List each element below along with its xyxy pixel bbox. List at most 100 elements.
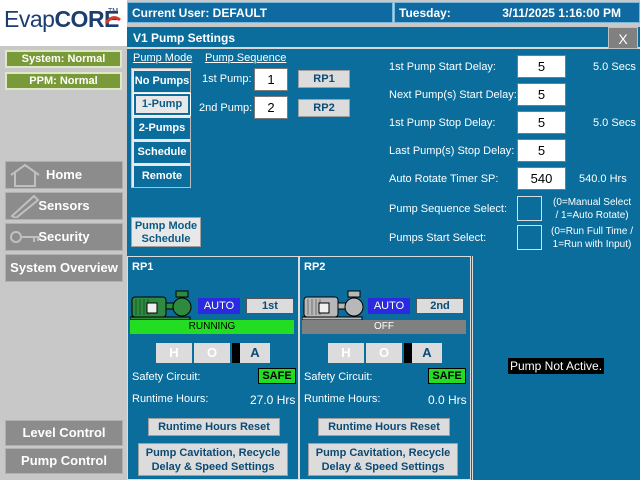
- pump-mode-schedule-button[interactable]: Pump Mode Schedule: [131, 217, 201, 247]
- first-start-actual-value: 5.0: [593, 61, 609, 73]
- pump-rp1-safety-tag: SAFE: [258, 368, 296, 384]
- logo-swoosh-icon: [104, 16, 121, 24]
- nav-level-control-button[interactable]: Level Control: [5, 420, 123, 446]
- pump-rp2-auto-button[interactable]: A: [404, 343, 442, 363]
- auto-rotate-label: Auto Rotate Timer SP:: [389, 173, 499, 185]
- ppm-status-badge: PPM: Normal: [5, 72, 122, 90]
- key-icon: [10, 231, 40, 243]
- date-time-bar: Tuesday: 3/11/2025 1:16:00 PM: [394, 2, 640, 23]
- nav-home-button[interactable]: Home: [5, 161, 123, 189]
- next-start-delay-label: Next Pump(s) Start Delay:: [389, 89, 517, 101]
- pump-rp1-runtime-reset-button[interactable]: Runtime Hours Reset: [148, 418, 280, 436]
- pump-rp1-runtime-value: 27.0 Hrs: [250, 393, 296, 407]
- pump-rp2-cavitation-settings-button[interactable]: Pump Cavitation, Recycle Delay & Speed Se…: [308, 443, 458, 476]
- pump-settings-window: V1 Pump Settings X Pump Mode No Pumps 1-…: [127, 27, 640, 480]
- pump-rp2-runtime-label: Runtime Hours:: [304, 393, 381, 405]
- start-select-note: (0=Run Full Time / 1=Run with Input): [551, 225, 633, 251]
- current-user-bar: Current User: DEFAULT: [127, 2, 393, 23]
- first-pump-rp-button[interactable]: RP1: [298, 70, 350, 88]
- pump-rp2-mode-tag: AUTO: [368, 298, 410, 314]
- next-start-delay-input[interactable]: 5: [517, 83, 566, 106]
- auto-rotate-input[interactable]: 540: [517, 167, 566, 190]
- brand-name: EvapCORE: [4, 6, 119, 32]
- pump-rp1-status-bar: RUNNING: [130, 320, 294, 334]
- start-select-input[interactable]: [517, 225, 542, 250]
- first-stop-delay-label: 1st Pump Stop Delay:: [389, 117, 496, 129]
- nav-system-overview-label: System Overview: [10, 260, 118, 275]
- nav-sensors-label: Sensors: [38, 198, 90, 213]
- pump-rp1-title: RP1: [132, 261, 154, 273]
- pump-rp1-cavitation-settings-button[interactable]: Pump Cavitation, Recycle Delay & Speed Se…: [138, 443, 288, 476]
- pump-rp2-cav-line2: Delay & Speed Settings: [321, 461, 445, 473]
- first-pump-input[interactable]: 1: [254, 68, 288, 91]
- sequence-select-label: Pump Sequence Select:: [389, 203, 508, 215]
- second-pump-label: 2nd Pump:: [199, 102, 253, 114]
- mode-remote-button[interactable]: Remote: [134, 166, 190, 187]
- nav-pump-control-label: Pump Control: [21, 453, 107, 468]
- nav-system-overview-button[interactable]: System Overview: [5, 254, 123, 282]
- trademark-mark: TM: [108, 8, 119, 15]
- datetime-label: 3/11/2025 1:16:00 PM: [502, 6, 621, 20]
- first-stop-delay-input[interactable]: 5: [517, 111, 566, 134]
- last-stop-delay-input[interactable]: 5: [517, 139, 566, 162]
- first-start-delay-actual: 5.0 Secs: [593, 61, 636, 73]
- mode-no-pumps-button[interactable]: No Pumps: [134, 71, 190, 92]
- pump-mode-group: No Pumps 1-Pump 2-Pumps Schedule Remote: [131, 68, 191, 188]
- auto-rotate-actual: 540.0 Hrs: [579, 173, 627, 185]
- pump-mode-heading: Pump Mode: [133, 52, 193, 64]
- nav-level-control-label: Level Control: [22, 425, 106, 440]
- pump-rp1-auto-button[interactable]: A: [232, 343, 270, 363]
- pump-rp2-cav-line1: Pump Cavitation, Recycle: [315, 447, 451, 459]
- pump-rp2-safety-tag: SAFE: [428, 368, 466, 384]
- start-select-label: Pumps Start Select:: [389, 232, 487, 244]
- pump-rp2-hand-button[interactable]: H: [328, 343, 364, 363]
- close-button[interactable]: X: [608, 27, 638, 49]
- sequence-select-note-line1: (0=Manual Select: [553, 197, 632, 208]
- nav-security-button[interactable]: Security: [5, 223, 123, 251]
- nav-home-label: Home: [45, 167, 83, 182]
- pump-panel-rp1: RP1 AUTO 1st RUNNING H O A Safety Circui…: [127, 256, 299, 480]
- pump-rp1-cav-line2: Delay & Speed Settings: [151, 461, 275, 473]
- pump-rp1-order-tag: 1st: [246, 298, 294, 314]
- sequence-select-note-line2: / 1=Auto Rotate): [555, 210, 629, 221]
- nav-security-label: Security: [38, 229, 90, 244]
- pump-sequence-heading: Pump Sequence: [205, 52, 287, 64]
- start-select-note-line1: (0=Run Full Time /: [551, 226, 633, 237]
- mode-2-pumps-button[interactable]: 2-Pumps: [134, 118, 190, 139]
- pump-not-active-label: Pump Not Active.: [508, 358, 605, 374]
- pump-rp2-safety-label: Safety Circuit:: [304, 371, 373, 383]
- brand-logo: EvapCORE TM: [0, 0, 127, 46]
- pump-rp2-runtime-value: 0.0 Hrs: [428, 393, 467, 407]
- nav-sensors-button[interactable]: Sensors: [5, 192, 123, 220]
- nav-pump-control-button[interactable]: Pump Control: [5, 448, 123, 474]
- pump-rp1-hoa-switch: H O A: [156, 343, 270, 363]
- mode-schedule-button[interactable]: Schedule: [134, 142, 190, 163]
- pump-rp2-status-bar: OFF: [302, 320, 466, 334]
- pump-rp1-hand-button[interactable]: H: [156, 343, 192, 363]
- first-start-delay-input[interactable]: 5: [517, 55, 566, 78]
- day-label: Tuesday:: [399, 6, 451, 20]
- pump-rp2-order-tag: 2nd: [416, 298, 464, 314]
- pump-rp2-hoa-switch: H O A: [328, 343, 442, 363]
- mode-1-pump-button[interactable]: 1-Pump: [133, 93, 191, 116]
- pump-rp2-runtime-reset-button[interactable]: Runtime Hours Reset: [318, 418, 450, 436]
- pump-rp1-off-button[interactable]: O: [194, 343, 230, 363]
- sequence-select-note: (0=Manual Select / 1=Auto Rotate): [553, 196, 631, 222]
- sensor-probe-icon: [10, 194, 40, 218]
- pump-rp1-mode-tag: AUTO: [198, 298, 240, 314]
- sequence-select-input[interactable]: [517, 196, 542, 221]
- second-pump-input[interactable]: 2: [254, 96, 288, 119]
- window-title: V1 Pump Settings: [127, 27, 640, 49]
- pump-panel-inactive: Pump Not Active.: [472, 256, 640, 480]
- home-icon: [10, 163, 40, 187]
- first-start-unit: Secs: [611, 61, 636, 73]
- second-pump-rp-button[interactable]: RP2: [298, 99, 350, 117]
- pump-rp2-title: RP2: [304, 261, 326, 273]
- first-pump-label: 1st Pump:: [202, 73, 252, 85]
- system-status-badge: System: Normal: [5, 50, 122, 68]
- auto-rotate-unit: Hrs: [609, 173, 627, 185]
- start-select-note-line2: 1=Run with Input): [552, 239, 632, 250]
- first-stop-unit: Secs: [611, 117, 636, 129]
- pump-motor-icon: [130, 290, 192, 321]
- pump-rp2-off-button[interactable]: O: [366, 343, 402, 363]
